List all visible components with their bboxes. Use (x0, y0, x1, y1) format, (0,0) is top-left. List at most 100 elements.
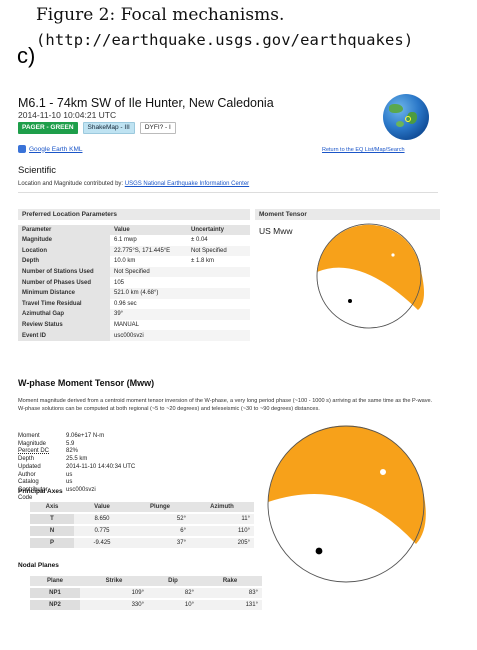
axis-azimuth: 11° (190, 514, 254, 524)
plane-rake: 83° (198, 588, 262, 598)
table-row: Depth 10.0 km ± 1.8 km (18, 256, 250, 267)
location-parameters-table: Parameter Value Uncertainty Magnitude 6.1… (18, 225, 250, 341)
table-row: P -9.425 37° 205° (30, 538, 254, 548)
beachball-small[interactable] (300, 222, 438, 330)
detail-key: Percent DC (18, 448, 50, 455)
p-axis-marker (315, 547, 323, 555)
table-header-row: Plane Strike Dip Rake (30, 576, 262, 586)
nodal-planes-table: Plane Strike Dip Rake NP1 109° 82° 83° NP2 3… (30, 574, 262, 612)
param-value: 521.0 km (4.68°) (110, 287, 187, 299)
axis-value: -9.425 (74, 538, 130, 548)
param-label: Number of Stations Used (18, 266, 110, 278)
param-label: Location (18, 245, 110, 257)
location-panel-header: Preferred Location Parameters (18, 209, 250, 220)
table-row: Azimuthal Gap 39° (18, 309, 250, 320)
shakemap-badge[interactable]: ShakeMap - III (82, 122, 135, 134)
google-earth-label: Google Earth KML (29, 145, 83, 153)
figure-caption: Figure 2: Focal mechanisms. (36, 5, 285, 25)
detail-row: Depth 25.5 km (18, 456, 135, 464)
impact-badges: PAGER - GREEN ShakeMap - III DYFI? - I (18, 122, 176, 134)
plane-dip: 10° (148, 600, 198, 610)
detail-row: Updated 2014-11-10 14:40:34 UTC (18, 464, 135, 472)
param-label: Review Status (18, 319, 110, 331)
param-value: usc000svzi (110, 330, 187, 341)
param-uncertainty (187, 266, 250, 278)
table-row: Travel Time Residual 0.96 sec (18, 298, 250, 310)
param-label: Event ID (18, 330, 110, 341)
detail-value: 82% (66, 448, 79, 455)
table-row: Review Status MANUAL (18, 319, 250, 331)
param-value: 0.96 sec (114, 300, 137, 307)
param-label: Azimuthal Gap (18, 309, 110, 320)
param-label: Depth (18, 256, 110, 267)
plane-strike: 109° (80, 588, 148, 598)
param-value: 10.0 km (114, 258, 136, 265)
table-row: Minimum Distance 521.0 km (4.68°) (18, 287, 250, 299)
detail-value: us (66, 471, 73, 478)
param-label: Magnitude (18, 235, 110, 246)
detail-key: Updated (18, 463, 41, 470)
table-row: NP1 109° 82° 83° (30, 588, 262, 598)
param-uncertainty: Not Specified (187, 245, 250, 257)
axis-plunge: 37° (130, 538, 190, 548)
detail-key: Catalog (18, 479, 39, 486)
section-title-scientific: Scientific (18, 165, 57, 176)
axis-azimuth: 110° (190, 526, 254, 536)
table-header: Dip (148, 576, 198, 586)
axis-name: P (30, 538, 74, 548)
return-to-list-link[interactable]: Return to the EQ List/Map/Search (322, 147, 405, 153)
param-label: Minimum Distance (18, 287, 110, 299)
figure-url: (http://earthquake.usgs.gov/earthquakes) (36, 31, 414, 49)
detail-value: 2014-11-10 14:40:34 UTC (66, 463, 136, 470)
table-row: Event ID usc000svzi (18, 330, 250, 341)
table-row: Number of Stations Used Not Specified (18, 266, 250, 278)
divider (18, 192, 438, 193)
plane-name: NP2 (30, 600, 80, 610)
param-uncertainty (187, 330, 250, 341)
nodal-planes-title: Nodal Planes (18, 562, 59, 569)
wphase-title: W-phase Moment Tensor (Mww) (18, 378, 155, 388)
contributor-prefix: Location and Magnitude contributed by: (18, 181, 125, 187)
table-row: N 0.775 6° 110° (30, 526, 254, 536)
detail-value: 5.9 (66, 440, 75, 447)
plane-dip: 82° (148, 588, 198, 598)
axis-plunge: 6° (130, 526, 190, 536)
axis-plunge: 52° (130, 514, 190, 524)
contributor-line: Location and Magnitude contributed by: U… (18, 181, 249, 187)
event-time: 2014-11-10 10:04:21 UTC (18, 110, 117, 120)
pager-badge[interactable]: PAGER - GREEN (18, 122, 78, 134)
param-value: 22.775°S, 171.445°E (110, 245, 187, 257)
detail-row: Magnitude 5.9 (18, 441, 135, 449)
p-axis-marker (348, 299, 352, 303)
table-header: Azimuth (190, 502, 254, 512)
beachball-large[interactable] (266, 414, 426, 594)
contributor-link[interactable]: USGS National Earthquake Information Cen… (125, 181, 249, 187)
plane-name: NP1 (30, 588, 80, 598)
plane-strike: 330° (80, 600, 148, 610)
google-earth-link[interactable]: Google Earth KML (18, 145, 82, 153)
detail-row: Percent DC 82% (18, 448, 135, 456)
table-row: Magnitude 6.1 mwp ± 0.04 (18, 235, 250, 246)
axis-name: N (30, 526, 74, 536)
location-globe-map[interactable] (383, 94, 429, 140)
detail-value: usc000svzi (66, 486, 96, 493)
param-value: 39° (110, 309, 187, 320)
principal-axes-table: Axis Value Plunge Azimuth T 8.650 52° 11° N… (30, 500, 254, 550)
table-header: Rake (198, 576, 262, 586)
param-value: 105 (114, 279, 125, 286)
axis-value: 8.650 (74, 514, 130, 524)
table-header: Plane (30, 576, 80, 586)
axis-name: T (30, 514, 74, 524)
axis-value: 0.775 (74, 526, 130, 536)
param-uncertainty: ± 0.04 (191, 237, 208, 244)
principal-axes-title: Principal Axes (18, 488, 63, 495)
detail-row: Catalog us (18, 479, 135, 487)
table-row: Number of Phases Used 105 (18, 277, 250, 288)
detail-key: Moment (18, 433, 40, 439)
table-header: Axis (30, 502, 74, 512)
param-uncertainty (187, 309, 250, 320)
epicenter-marker-icon (405, 116, 411, 122)
dyfi-badge[interactable]: DYFI? - I (139, 122, 176, 134)
table-header: Parameter (18, 225, 110, 235)
detail-key: Author (18, 471, 36, 478)
